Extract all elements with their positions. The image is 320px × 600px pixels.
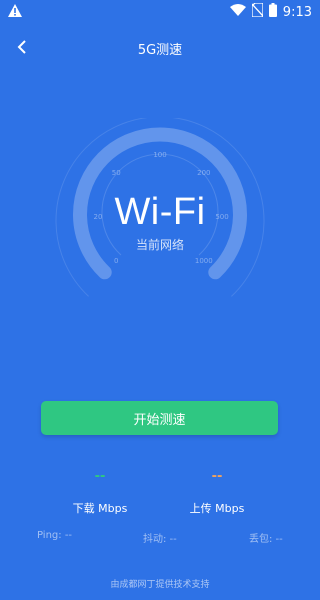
chevron-left-icon [17,38,27,59]
wifi-icon [229,4,246,20]
packet-loss-stat: 丢包: -- [249,534,283,545]
stats-row: Ping: -- 抖动: -- 丢包: -- [0,530,320,546]
gauge-scale-label: 100 [153,151,166,159]
status-bar: 9:13 [0,0,320,24]
page-title: 5G测速 [137,42,183,58]
gauge-scale-label: 50 [112,169,121,177]
gauge-scale-label: 1000 [195,257,213,265]
gauge-scale-label: 200 [197,169,210,177]
start-test-button[interactable]: 开始测速 [41,401,278,435]
upload-label: 上传 Mbps [189,502,245,515]
back-button[interactable] [10,34,34,62]
gauge-value: Wi-Fi [114,191,206,233]
download-label: 下载 Mbps [72,502,128,515]
ping-stat: Ping: -- [37,530,73,541]
download-speed: -- 下载 Mbps [40,468,160,516]
download-value: -- [94,469,106,484]
status-time: 9:13 [282,4,312,20]
jitter-stat: 抖动: -- [143,534,177,545]
upload-speed: -- 上传 Mbps [157,468,277,516]
network-type-label: 当前网络 [135,238,184,252]
footer-credit: 由成都网丁提供技术支持 [110,580,210,590]
warning-icon [8,3,22,21]
no-sim-icon [251,2,264,21]
speed-gauge: 0 20 50 100 200 500 1000 Wi-Fi 当前网络 [55,118,265,298]
upload-value: -- [211,469,223,484]
gauge-scale-label: 0 [114,257,118,265]
battery-icon [268,3,277,21]
app-bar: 5G测速 [0,34,320,62]
